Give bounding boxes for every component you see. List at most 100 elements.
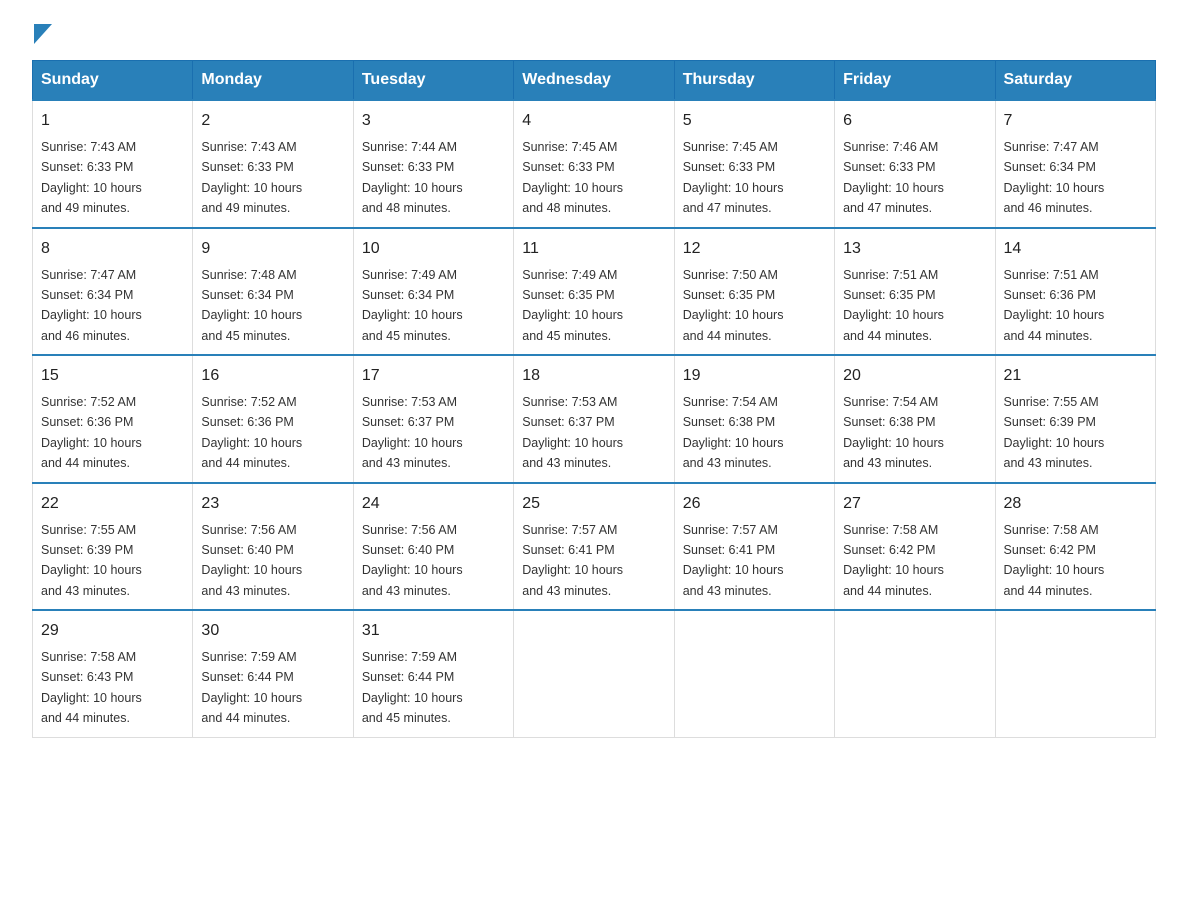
calendar-week-1: 1 Sunrise: 7:43 AMSunset: 6:33 PMDayligh… bbox=[33, 100, 1156, 228]
day-number: 2 bbox=[201, 109, 344, 133]
day-number: 3 bbox=[362, 109, 505, 133]
day-number: 4 bbox=[522, 109, 665, 133]
day-info: Sunrise: 7:49 AMSunset: 6:35 PMDaylight:… bbox=[522, 268, 623, 343]
day-number: 20 bbox=[843, 364, 986, 388]
calendar-cell: 21 Sunrise: 7:55 AMSunset: 6:39 PMDaylig… bbox=[995, 355, 1155, 483]
day-number: 1 bbox=[41, 109, 184, 133]
calendar-cell: 11 Sunrise: 7:49 AMSunset: 6:35 PMDaylig… bbox=[514, 228, 674, 356]
weekday-header-tuesday: Tuesday bbox=[353, 61, 513, 101]
calendar-cell: 22 Sunrise: 7:55 AMSunset: 6:39 PMDaylig… bbox=[33, 483, 193, 611]
day-number: 22 bbox=[41, 492, 184, 516]
calendar-cell: 8 Sunrise: 7:47 AMSunset: 6:34 PMDayligh… bbox=[33, 228, 193, 356]
day-number: 30 bbox=[201, 619, 344, 643]
day-info: Sunrise: 7:57 AMSunset: 6:41 PMDaylight:… bbox=[683, 523, 784, 598]
day-number: 6 bbox=[843, 109, 986, 133]
day-number: 25 bbox=[522, 492, 665, 516]
calendar-cell bbox=[995, 610, 1155, 737]
day-info: Sunrise: 7:45 AMSunset: 6:33 PMDaylight:… bbox=[522, 140, 623, 215]
calendar-cell: 2 Sunrise: 7:43 AMSunset: 6:33 PMDayligh… bbox=[193, 100, 353, 228]
weekday-header-friday: Friday bbox=[835, 61, 995, 101]
calendar-cell: 13 Sunrise: 7:51 AMSunset: 6:35 PMDaylig… bbox=[835, 228, 995, 356]
day-number: 8 bbox=[41, 237, 184, 261]
calendar-cell: 23 Sunrise: 7:56 AMSunset: 6:40 PMDaylig… bbox=[193, 483, 353, 611]
day-info: Sunrise: 7:52 AMSunset: 6:36 PMDaylight:… bbox=[201, 395, 302, 470]
day-number: 26 bbox=[683, 492, 826, 516]
calendar-cell: 12 Sunrise: 7:50 AMSunset: 6:35 PMDaylig… bbox=[674, 228, 834, 356]
day-number: 12 bbox=[683, 237, 826, 261]
weekday-header-saturday: Saturday bbox=[995, 61, 1155, 101]
calendar-cell: 10 Sunrise: 7:49 AMSunset: 6:34 PMDaylig… bbox=[353, 228, 513, 356]
logo bbox=[32, 24, 52, 44]
weekday-header-row: SundayMondayTuesdayWednesdayThursdayFrid… bbox=[33, 61, 1156, 101]
day-number: 13 bbox=[843, 237, 986, 261]
day-info: Sunrise: 7:43 AMSunset: 6:33 PMDaylight:… bbox=[201, 140, 302, 215]
calendar-cell bbox=[514, 610, 674, 737]
day-info: Sunrise: 7:54 AMSunset: 6:38 PMDaylight:… bbox=[843, 395, 944, 470]
calendar-cell: 29 Sunrise: 7:58 AMSunset: 6:43 PMDaylig… bbox=[33, 610, 193, 737]
day-info: Sunrise: 7:57 AMSunset: 6:41 PMDaylight:… bbox=[522, 523, 623, 598]
day-number: 16 bbox=[201, 364, 344, 388]
calendar-cell: 15 Sunrise: 7:52 AMSunset: 6:36 PMDaylig… bbox=[33, 355, 193, 483]
day-number: 23 bbox=[201, 492, 344, 516]
calendar-cell: 25 Sunrise: 7:57 AMSunset: 6:41 PMDaylig… bbox=[514, 483, 674, 611]
calendar-cell: 4 Sunrise: 7:45 AMSunset: 6:33 PMDayligh… bbox=[514, 100, 674, 228]
weekday-header-sunday: Sunday bbox=[33, 61, 193, 101]
calendar-cell bbox=[674, 610, 834, 737]
calendar-week-5: 29 Sunrise: 7:58 AMSunset: 6:43 PMDaylig… bbox=[33, 610, 1156, 737]
calendar-cell: 26 Sunrise: 7:57 AMSunset: 6:41 PMDaylig… bbox=[674, 483, 834, 611]
calendar-cell: 9 Sunrise: 7:48 AMSunset: 6:34 PMDayligh… bbox=[193, 228, 353, 356]
day-info: Sunrise: 7:58 AMSunset: 6:43 PMDaylight:… bbox=[41, 650, 142, 725]
day-number: 24 bbox=[362, 492, 505, 516]
page-header bbox=[32, 24, 1156, 44]
day-number: 17 bbox=[362, 364, 505, 388]
day-info: Sunrise: 7:55 AMSunset: 6:39 PMDaylight:… bbox=[1004, 395, 1105, 470]
calendar-cell: 14 Sunrise: 7:51 AMSunset: 6:36 PMDaylig… bbox=[995, 228, 1155, 356]
day-number: 18 bbox=[522, 364, 665, 388]
day-info: Sunrise: 7:54 AMSunset: 6:38 PMDaylight:… bbox=[683, 395, 784, 470]
day-info: Sunrise: 7:43 AMSunset: 6:33 PMDaylight:… bbox=[41, 140, 142, 215]
day-info: Sunrise: 7:56 AMSunset: 6:40 PMDaylight:… bbox=[201, 523, 302, 598]
calendar-cell: 20 Sunrise: 7:54 AMSunset: 6:38 PMDaylig… bbox=[835, 355, 995, 483]
day-info: Sunrise: 7:59 AMSunset: 6:44 PMDaylight:… bbox=[362, 650, 463, 725]
day-info: Sunrise: 7:50 AMSunset: 6:35 PMDaylight:… bbox=[683, 268, 784, 343]
day-info: Sunrise: 7:44 AMSunset: 6:33 PMDaylight:… bbox=[362, 140, 463, 215]
calendar-cell: 24 Sunrise: 7:56 AMSunset: 6:40 PMDaylig… bbox=[353, 483, 513, 611]
calendar-cell: 16 Sunrise: 7:52 AMSunset: 6:36 PMDaylig… bbox=[193, 355, 353, 483]
weekday-header-thursday: Thursday bbox=[674, 61, 834, 101]
day-number: 5 bbox=[683, 109, 826, 133]
logo-triangle-icon bbox=[34, 24, 52, 44]
day-info: Sunrise: 7:46 AMSunset: 6:33 PMDaylight:… bbox=[843, 140, 944, 215]
day-number: 19 bbox=[683, 364, 826, 388]
calendar-cell: 6 Sunrise: 7:46 AMSunset: 6:33 PMDayligh… bbox=[835, 100, 995, 228]
day-number: 10 bbox=[362, 237, 505, 261]
day-number: 21 bbox=[1004, 364, 1147, 388]
day-number: 29 bbox=[41, 619, 184, 643]
day-info: Sunrise: 7:56 AMSunset: 6:40 PMDaylight:… bbox=[362, 523, 463, 598]
calendar-cell: 30 Sunrise: 7:59 AMSunset: 6:44 PMDaylig… bbox=[193, 610, 353, 737]
calendar-cell: 7 Sunrise: 7:47 AMSunset: 6:34 PMDayligh… bbox=[995, 100, 1155, 228]
day-info: Sunrise: 7:53 AMSunset: 6:37 PMDaylight:… bbox=[362, 395, 463, 470]
day-number: 11 bbox=[522, 237, 665, 261]
day-number: 27 bbox=[843, 492, 986, 516]
calendar-cell: 3 Sunrise: 7:44 AMSunset: 6:33 PMDayligh… bbox=[353, 100, 513, 228]
day-number: 31 bbox=[362, 619, 505, 643]
day-info: Sunrise: 7:51 AMSunset: 6:36 PMDaylight:… bbox=[1004, 268, 1105, 343]
calendar-cell: 1 Sunrise: 7:43 AMSunset: 6:33 PMDayligh… bbox=[33, 100, 193, 228]
day-info: Sunrise: 7:45 AMSunset: 6:33 PMDaylight:… bbox=[683, 140, 784, 215]
day-info: Sunrise: 7:55 AMSunset: 6:39 PMDaylight:… bbox=[41, 523, 142, 598]
calendar-week-2: 8 Sunrise: 7:47 AMSunset: 6:34 PMDayligh… bbox=[33, 228, 1156, 356]
calendar-cell: 5 Sunrise: 7:45 AMSunset: 6:33 PMDayligh… bbox=[674, 100, 834, 228]
day-info: Sunrise: 7:58 AMSunset: 6:42 PMDaylight:… bbox=[843, 523, 944, 598]
calendar-cell: 17 Sunrise: 7:53 AMSunset: 6:37 PMDaylig… bbox=[353, 355, 513, 483]
calendar-body: 1 Sunrise: 7:43 AMSunset: 6:33 PMDayligh… bbox=[33, 100, 1156, 737]
calendar-week-3: 15 Sunrise: 7:52 AMSunset: 6:36 PMDaylig… bbox=[33, 355, 1156, 483]
day-number: 7 bbox=[1004, 109, 1147, 133]
day-info: Sunrise: 7:59 AMSunset: 6:44 PMDaylight:… bbox=[201, 650, 302, 725]
calendar-week-4: 22 Sunrise: 7:55 AMSunset: 6:39 PMDaylig… bbox=[33, 483, 1156, 611]
weekday-header-wednesday: Wednesday bbox=[514, 61, 674, 101]
weekday-header-monday: Monday bbox=[193, 61, 353, 101]
day-number: 28 bbox=[1004, 492, 1147, 516]
day-number: 14 bbox=[1004, 237, 1147, 261]
calendar-cell: 19 Sunrise: 7:54 AMSunset: 6:38 PMDaylig… bbox=[674, 355, 834, 483]
day-info: Sunrise: 7:47 AMSunset: 6:34 PMDaylight:… bbox=[41, 268, 142, 343]
